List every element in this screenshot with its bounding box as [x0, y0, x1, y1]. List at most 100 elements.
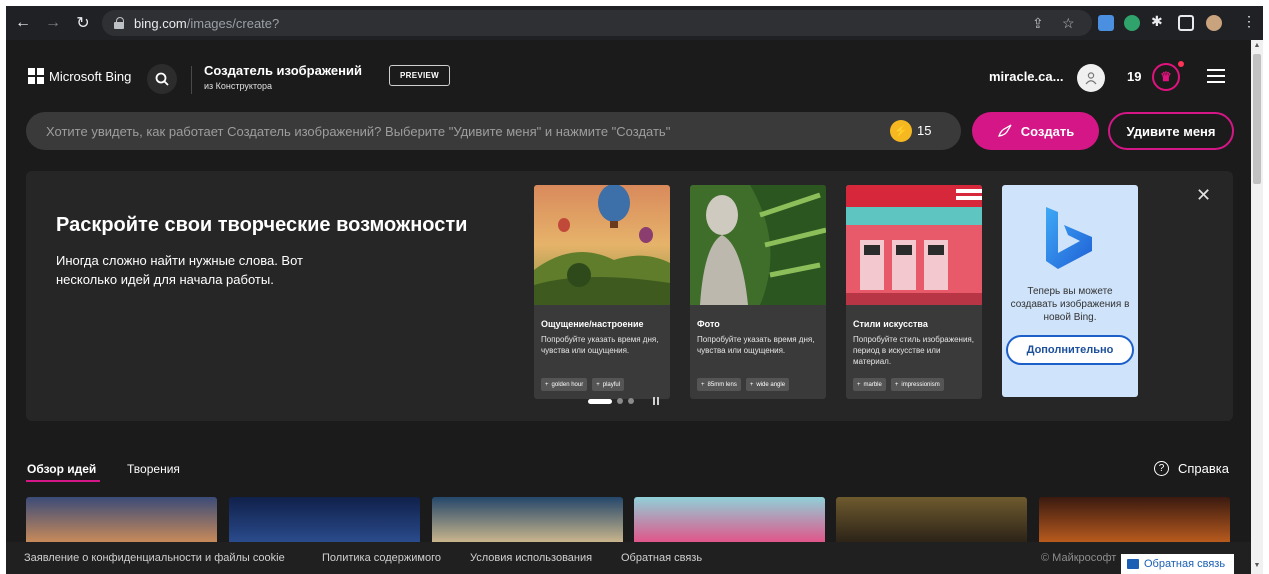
scroll-down-icon[interactable]: ▼ — [1253, 562, 1261, 569]
brush-icon — [997, 124, 1012, 137]
scroll-thumb[interactable] — [1253, 54, 1261, 184]
content-policy-link[interactable]: Политика содержимого — [322, 552, 441, 564]
help-link[interactable]: ? Справка — [1154, 461, 1229, 476]
page-title: Создатель изображений — [204, 63, 362, 78]
forward-arrow-icon[interactable]: → — [40, 10, 66, 36]
carousel-dot-active[interactable] — [588, 398, 612, 404]
browser-menu-icon[interactable]: ⋮ — [1242, 13, 1256, 30]
reload-icon[interactable]: ↻ — [70, 10, 96, 36]
carousel-dot[interactable] — [628, 398, 634, 404]
idea-card-heading: Стили искусства — [853, 319, 928, 329]
profile-avatar-icon[interactable] — [1206, 15, 1222, 31]
idea-card-heading: Фото — [697, 319, 720, 329]
active-tab-indicator — [26, 480, 100, 482]
feedback-icon — [1127, 559, 1139, 569]
gallery-thumbnail[interactable] — [432, 497, 623, 542]
address-bar[interactable]: bing.com/images/create? ⇪ ☆ — [102, 10, 1092, 36]
brand-text: Microsoft Bing — [49, 68, 132, 84]
plus-icon: + — [749, 381, 754, 388]
terms-link[interactable]: Условия использования — [470, 552, 592, 564]
help-label: Справка — [1178, 461, 1229, 476]
chip-label: 85mm lens — [707, 381, 737, 388]
banner-title: Раскройте свои творческие возможности — [56, 214, 468, 236]
prompt-chip[interactable]: + playful — [592, 378, 625, 391]
avatar[interactable] — [1077, 64, 1105, 92]
translate-extension-icon[interactable] — [1098, 15, 1114, 31]
green-extension-icon[interactable] — [1124, 15, 1140, 31]
hamburger-menu-icon[interactable] — [1207, 69, 1225, 83]
gallery-thumbnail[interactable] — [26, 497, 217, 542]
plus-icon: + — [857, 381, 861, 388]
gallery-thumbnail[interactable] — [634, 497, 825, 542]
bookmark-star-icon[interactable]: ☆ — [1062, 15, 1075, 32]
feedback-button[interactable]: Обратная связь — [1121, 554, 1234, 574]
carousel-dot[interactable] — [617, 398, 623, 404]
plus-icon: + — [894, 381, 899, 388]
idea-card-heading: Ощущение/настроение — [541, 319, 644, 329]
gallery-thumbnail[interactable] — [1039, 497, 1230, 542]
search-button[interactable] — [147, 64, 177, 94]
idea-card-photo[interactable]: Фото Попробуйте указать время дня, чувст… — [690, 185, 826, 399]
user-icon — [1085, 72, 1097, 85]
new-bing-card: Теперь вы можете создавать изображения в… — [1002, 185, 1138, 397]
notification-dot — [1178, 61, 1184, 67]
boost-count: 15 — [917, 123, 932, 138]
header-divider — [191, 66, 192, 94]
scroll-up-icon[interactable]: ▲ — [1253, 42, 1261, 49]
windows-logo-icon — [28, 68, 44, 84]
plus-icon: + — [545, 381, 549, 388]
chip-label: marble — [863, 381, 882, 388]
question-icon: ? — [1154, 461, 1169, 476]
carousel-pager — [588, 397, 659, 405]
rewards-count[interactable]: 19 — [1127, 69, 1141, 84]
gallery-thumbnail[interactable] — [836, 497, 1027, 542]
balloons-landscape-image — [534, 185, 670, 305]
idea-card-mood[interactable]: Ощущение/настроение Попробуйте указать в… — [534, 185, 670, 399]
boost-icon: ⚡ — [890, 120, 912, 142]
learn-more-button[interactable]: Дополнительно — [1006, 335, 1134, 365]
back-arrow-icon[interactable]: ← — [10, 10, 36, 36]
rewards-trophy-icon[interactable]: ♛ — [1152, 63, 1180, 91]
chip-label: wide angle — [756, 381, 786, 388]
prompt-chip[interactable]: + marble — [853, 378, 886, 391]
prompt-chip[interactable]: + impressionism — [890, 378, 944, 391]
side-panel-icon[interactable] — [1178, 15, 1194, 31]
prompt-chip[interactable]: + wide angle — [745, 378, 790, 391]
username[interactable]: miracle.ca... — [989, 69, 1063, 84]
page-subtitle: из Конструктора — [204, 81, 272, 91]
plus-icon: + — [596, 381, 600, 388]
idea-card-body: Попробуйте указать время дня, чувства ил… — [697, 335, 815, 355]
statue-plants-image — [690, 185, 826, 305]
preview-badge: PREVIEW — [389, 65, 450, 86]
plus-icon: + — [701, 381, 705, 388]
browser-window: ← → ↻ bing.com/images/create? ⇪ ☆ ✱ ⋮ Mi… — [6, 6, 1263, 574]
extensions-puzzle-icon[interactable]: ✱ — [1151, 13, 1163, 30]
chip-label: impressionism — [901, 381, 940, 388]
idea-card-art-styles[interactable]: Стили искусства Попробуйте стиль изображ… — [846, 185, 982, 399]
footer: Заявление о конфиденциальности и файлы c… — [6, 542, 1263, 574]
copyright: © Майкрософт — [1041, 552, 1117, 564]
microsoft-bing-logo[interactable]: Microsoft Bing — [28, 68, 131, 84]
surprise-me-button[interactable]: Удивите меня — [1108, 112, 1234, 150]
share-icon[interactable]: ⇪ — [1032, 15, 1044, 32]
feedback-link[interactable]: Обратная связь — [621, 552, 702, 564]
prompt-input[interactable] — [46, 112, 876, 150]
pause-icon[interactable] — [653, 397, 659, 405]
lock-icon — [114, 17, 124, 29]
create-button-label: Создать — [1020, 123, 1075, 139]
tab-creations[interactable]: Творения — [127, 462, 180, 476]
gallery-thumbnail[interactable] — [229, 497, 420, 542]
chip-label: golden hour — [551, 381, 584, 388]
tab-ideas[interactable]: Обзор идей — [27, 462, 96, 476]
privacy-link[interactable]: Заявление о конфиденциальности и файлы c… — [24, 552, 285, 564]
close-icon[interactable]: ✕ — [1196, 185, 1211, 206]
page-scrollbar[interactable]: ▲ ▼ — [1251, 40, 1263, 574]
idea-card-body: Попробуйте стиль изображения, период в и… — [853, 335, 974, 366]
prompt-bar: ⚡ 15 — [26, 112, 961, 150]
chip-label: playful — [602, 381, 621, 388]
search-icon — [155, 72, 169, 86]
prompt-chip[interactable]: +85mm lens — [697, 378, 741, 391]
create-button[interactable]: Создать — [972, 112, 1099, 150]
bing-logo-icon — [1046, 207, 1092, 269]
prompt-chip[interactable]: + golden hour — [541, 378, 588, 391]
